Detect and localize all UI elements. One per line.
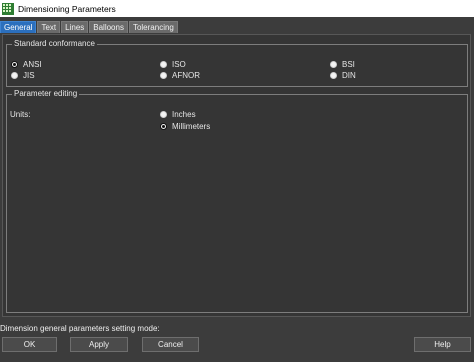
radio-jis[interactable]: JIS [11,71,35,80]
radio-din-circle[interactable] [330,72,337,79]
tab-tolerancing[interactable]: Tolerancing [128,21,178,33]
general-panel: Standard conformance ANSI ISO BSI JIS AF… [2,34,471,317]
radio-ansi[interactable]: ANSI [11,60,42,69]
ok-button[interactable]: OK [2,337,57,352]
radio-jis-circle[interactable] [11,72,18,79]
radio-iso[interactable]: ISO [160,60,186,69]
parameter-editing-title: Parameter editing [12,89,80,98]
standard-conformance-title: Standard conformance [12,39,97,48]
radio-din-label: DIN [342,71,356,80]
radio-inches-label: Inches [172,110,196,119]
title-bar: Dimensioning Parameters [0,0,474,17]
radio-bsi-circle[interactable] [330,61,337,68]
tab-text[interactable]: Text [37,21,61,33]
radio-iso-label: ISO [172,60,186,69]
cancel-button[interactable]: Cancel [142,337,199,352]
radio-bsi[interactable]: BSI [330,60,355,69]
standard-conformance-group: Standard conformance ANSI ISO BSI JIS AF… [6,39,468,87]
radio-millimeters-circle[interactable] [160,123,167,130]
tab-lines[interactable]: Lines [61,21,89,33]
tab-general[interactable]: General [0,21,37,33]
status-text: Dimension general parameters setting mod… [0,324,160,333]
radio-din[interactable]: DIN [330,71,356,80]
radio-iso-circle[interactable] [160,61,167,68]
units-label: Units: [10,110,31,119]
radio-inches-circle[interactable] [160,111,167,118]
grid-app-icon [2,2,14,15]
tab-balloons[interactable]: Balloons [89,21,128,33]
tab-bar: General Text Lines Balloons Tolerancing [0,21,179,34]
radio-afnor-circle[interactable] [160,72,167,79]
radio-millimeters[interactable]: Millimeters [160,122,210,131]
radio-bsi-label: BSI [342,60,355,69]
radio-jis-label: JIS [23,71,35,80]
parameter-editing-group: Parameter editing Units: Inches Millimet… [6,89,468,313]
radio-afnor-label: AFNOR [172,71,200,80]
apply-button[interactable]: Apply [70,337,128,352]
window-title: Dimensioning Parameters [18,3,116,14]
radio-millimeters-label: Millimeters [172,122,211,131]
radio-inches[interactable]: Inches [160,110,196,119]
help-button[interactable]: Help [414,337,471,352]
radio-ansi-circle[interactable] [11,61,18,68]
radio-ansi-label: ANSI [23,60,42,69]
radio-afnor[interactable]: AFNOR [160,71,200,80]
